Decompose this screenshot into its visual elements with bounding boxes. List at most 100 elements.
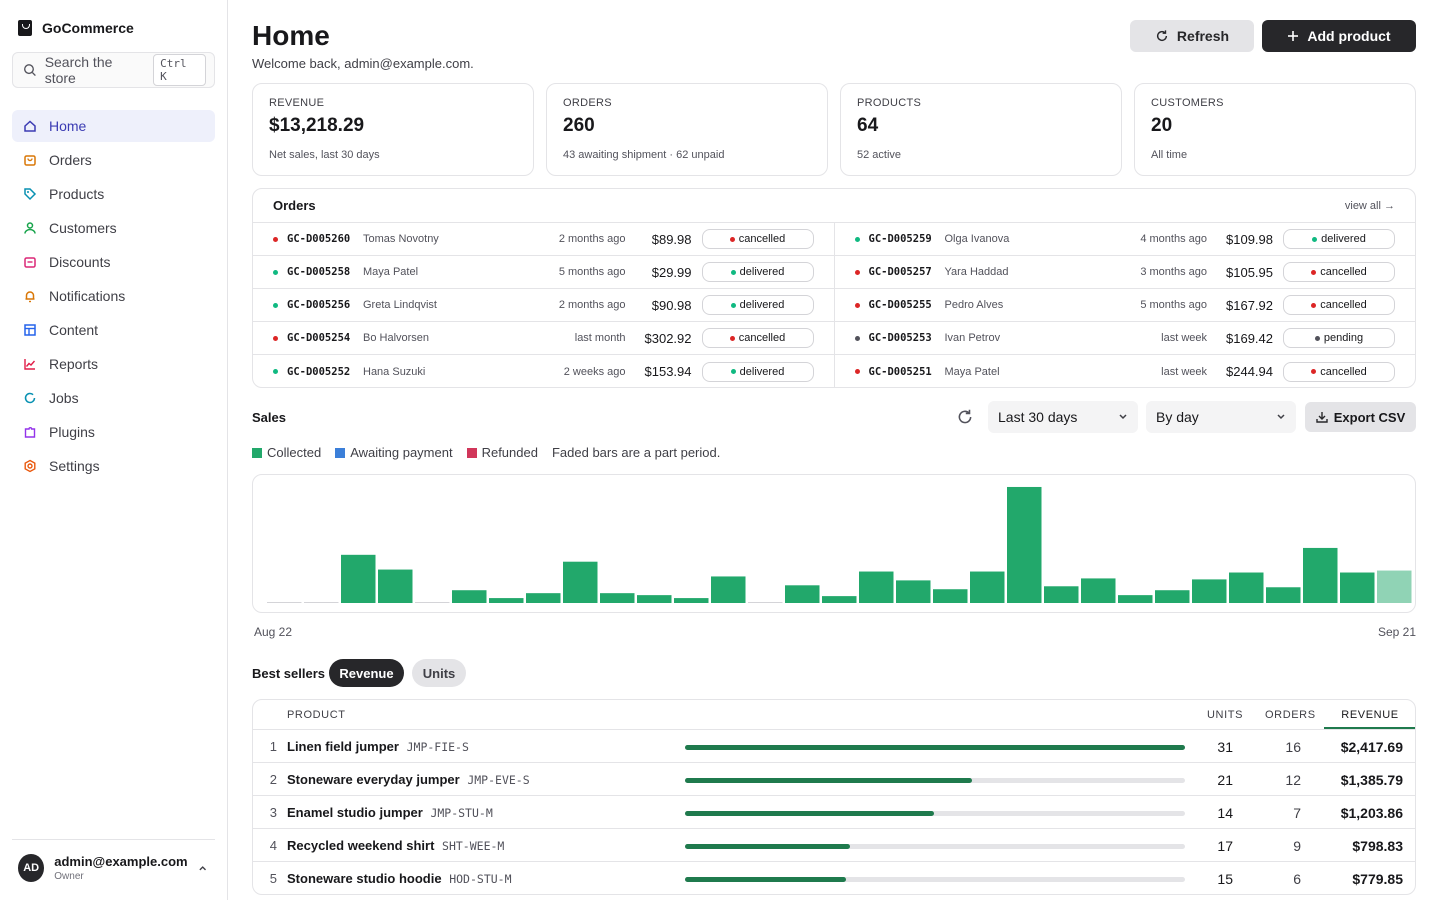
order-row[interactable]: GC-D005260 Tomas Novotny 2 months ago $89.9… [253,223,834,256]
chart-bar[interactable] [933,589,968,603]
sidebar-item-home[interactable]: Home [12,110,215,142]
chart-bar[interactable] [637,595,672,603]
order-row[interactable]: GC-D005257 Yara Haddad 3 months ago $105.95… [834,256,1415,289]
chart-bar-partial[interactable] [1377,570,1412,603]
chart-bar[interactable] [822,596,857,603]
order-id[interactable]: GC-D005257 [869,266,945,278]
chart-bar[interactable] [600,593,635,603]
stat-label: ORDERS [563,97,612,109]
table-row[interactable]: 2 Stoneware everyday jumper JMP-EVE-S 21 12… [253,763,1415,796]
chart-bar-empty [415,602,450,603]
search-input[interactable]: Search the store Ctrl K [12,52,215,88]
order-customer: Bo Halvorsen [363,332,430,344]
order-id[interactable]: GC-D005251 [869,366,945,378]
col-units[interactable]: UNITS [1207,709,1243,721]
order-id[interactable]: GC-D005255 [869,299,945,311]
product-name[interactable]: Linen field jumper JMP-FIE-S [287,739,469,754]
order-row[interactable]: GC-D005259 Olga Ivanova 4 months ago $109.9… [834,223,1415,256]
sidebar-item-label: Settings [49,458,100,474]
order-id[interactable]: GC-D005252 [287,366,363,378]
sidebar-item-content[interactable]: Content [12,314,215,346]
table-row[interactable]: 1 Linen field jumper JMP-FIE-S 31 16 $2,417.… [253,730,1415,763]
order-row[interactable]: GC-D005254 Bo Halvorsen last month $302.92 c… [253,322,834,355]
chart-bar[interactable] [1303,547,1338,603]
sidebar-item-products[interactable]: Products [12,178,215,210]
chart-bar[interactable] [341,554,376,603]
group-by-select[interactable]: By day [1146,401,1296,433]
sidebar-item-jobs[interactable]: Jobs [12,382,215,414]
chart-bar[interactable] [1044,586,1079,603]
chart-bar[interactable] [785,585,820,603]
chart-bar[interactable] [1229,572,1264,603]
product-name[interactable]: Stoneware studio hoodie HOD-STU-M [287,871,512,886]
sidebar-item-settings[interactable]: Settings [12,450,215,482]
chart-bar[interactable] [1155,590,1190,603]
table-row[interactable]: 3 Enamel studio jumper JMP-STU-M 14 7 $1,203… [253,796,1415,829]
col-revenue[interactable]: REVENUE [1324,700,1415,729]
chart-bar[interactable] [711,576,746,603]
date-range-select[interactable]: Last 30 days [988,401,1138,433]
order-row[interactable]: GC-D005258 Maya Patel 5 months ago $29.99 de… [253,256,834,289]
order-time: 5 months ago [1140,299,1207,311]
chart-bar[interactable] [970,571,1005,603]
sidebar-item-discounts[interactable]: Discounts [12,246,215,278]
order-id[interactable]: GC-D005254 [287,332,363,344]
sidebar: GoCommerce Search the store Ctrl K Home O… [0,0,228,900]
product-name[interactable]: Stoneware everyday jumper JMP-EVE-S [287,772,530,787]
chart-bar[interactable] [526,593,561,603]
chart-bar[interactable] [1266,587,1301,603]
product-name[interactable]: Recycled weekend shirt SHT-WEE-M [287,838,504,853]
chart-bar[interactable] [1340,572,1375,603]
chart-bar[interactable] [896,580,931,603]
units-value: 14 [1217,805,1233,821]
ticket-icon [24,257,36,268]
sidebar-item-notifications[interactable]: Notifications [12,280,215,312]
col-product[interactable]: PRODUCT [287,709,346,721]
status-badge: cancelled [701,328,814,348]
tab-revenue[interactable]: Revenue [329,659,404,687]
shopping-bag-logo-icon [18,20,32,36]
date-range-value: Last 30 days [998,409,1078,425]
chart-bar[interactable] [489,598,524,603]
chart-bar[interactable] [563,561,598,603]
table-row[interactable]: 5 Stoneware studio hoodie HOD-STU-M 15 6 $77… [253,862,1415,894]
order-id[interactable]: GC-D005253 [869,332,945,344]
order-id[interactable]: GC-D005260 [287,233,363,245]
chart-bar[interactable] [859,571,894,603]
product-name[interactable]: Enamel studio jumper JMP-STU-M [287,805,493,820]
refresh-button[interactable]: Refresh [1130,20,1254,52]
sidebar-item-orders[interactable]: Orders [12,144,215,176]
add-product-button[interactable]: Add product [1262,20,1416,52]
chart-bar[interactable] [1192,579,1227,603]
sidebar-item-reports[interactable]: Reports [12,348,215,380]
table-row[interactable]: 4 Recycled weekend shirt SHT-WEE-M 17 9 $798… [253,829,1415,862]
chart-bar[interactable] [452,590,487,603]
brand[interactable]: GoCommerce [18,20,134,36]
col-orders[interactable]: ORDERS [1265,709,1316,721]
order-row[interactable]: GC-D005255 Pedro Alves 5 months ago $167.92… [834,289,1415,322]
chart-bar[interactable] [674,598,709,603]
avatar: AD [18,854,45,882]
order-id[interactable]: GC-D005259 [869,233,945,245]
sidebar-item-customers[interactable]: Customers [12,212,215,244]
chart-bar[interactable] [1118,595,1153,603]
chart-bar[interactable] [1007,486,1042,603]
orders-column-right: GC-D005259 Olga Ivanova 4 months ago $109.9… [833,223,1416,387]
order-row[interactable]: GC-D005253 Ivan Petrov last week $169.42 pen… [834,322,1415,355]
order-row[interactable]: GC-D005251 Maya Patel last week $244.94 canc… [835,355,1416,387]
sync-icon[interactable] [956,408,974,426]
chart-bar[interactable] [378,569,413,603]
order-row[interactable]: GC-D005252 Hana Suzuki 2 weeks ago $153.94 d… [253,355,834,387]
revenue-share-bar [685,811,1185,816]
chevron-up-icon[interactable] [198,863,207,873]
export-csv-button[interactable]: Export CSV [1305,402,1416,432]
bell-icon [25,291,35,303]
tab-units[interactable]: Units [412,659,466,687]
order-id[interactable]: GC-D005256 [287,299,363,311]
user-menu[interactable]: AD admin@example.com Owner [12,839,215,882]
order-row[interactable]: GC-D005256 Greta Lindqvist 2 months ago $90… [253,289,834,322]
view-all-orders-link[interactable]: view all → [1345,200,1395,212]
order-id[interactable]: GC-D005258 [287,266,363,278]
chart-bar[interactable] [1081,578,1116,603]
sidebar-item-plugins[interactable]: Plugins [12,416,215,448]
